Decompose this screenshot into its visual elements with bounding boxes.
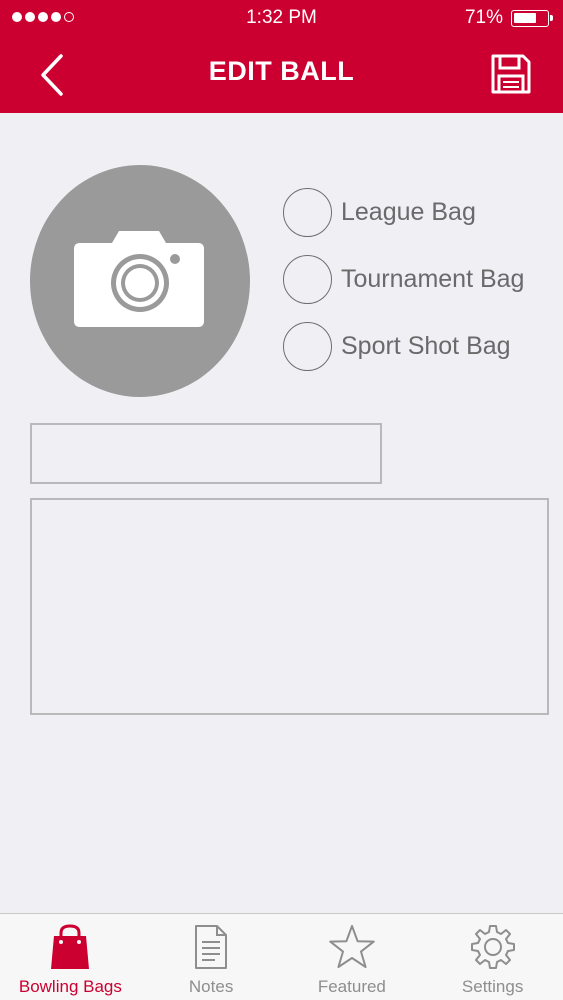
radio-tournament-bag[interactable]: Tournament Bag [283, 254, 524, 304]
star-icon [329, 925, 375, 968]
shopping-bag-icon [51, 924, 90, 969]
gear-icon [470, 925, 515, 969]
ball-name-input[interactable] [30, 423, 382, 484]
add-photo-button[interactable] [30, 165, 250, 397]
tab-settings[interactable]: Settings [422, 914, 563, 1000]
tab-bowling-bags[interactable]: Bowling Bags [0, 914, 141, 1000]
tab-label: Featured [317, 977, 386, 996]
radio-league-bag[interactable]: League Bag [283, 187, 476, 237]
radio-label: League Bag [341, 197, 476, 226]
battery-percent: 71% [464, 7, 503, 28]
floppy-disk-icon [491, 54, 531, 94]
status-bar: 1:32 PM 71% [0, 0, 563, 36]
document-icon [195, 925, 228, 969]
radio-circle[interactable] [283, 254, 332, 304]
tab-bar: Bowling Bags Notes Featured Settings [0, 913, 563, 1000]
battery-icon [511, 10, 553, 27]
radio-circle[interactable] [283, 321, 332, 371]
ball-notes-textarea[interactable] [30, 498, 549, 715]
page-title: EDIT BALL [208, 56, 355, 86]
save-button[interactable] [489, 52, 533, 96]
camera-icon [74, 231, 204, 327]
radio-circle[interactable] [283, 187, 332, 237]
nav-header: 1:32 PM 71% EDIT BALL [0, 0, 563, 113]
radio-sport-shot-bag[interactable]: Sport Shot Bag [283, 321, 511, 371]
tab-notes[interactable]: Notes [141, 914, 282, 1000]
tab-label: Settings [461, 977, 524, 996]
radio-label: Sport Shot Bag [341, 331, 511, 360]
radio-label: Tournament Bag [341, 264, 525, 293]
tab-label: Notes [188, 977, 234, 996]
tab-featured[interactable]: Featured [282, 914, 423, 1000]
tab-label: Bowling Bags [18, 977, 122, 996]
